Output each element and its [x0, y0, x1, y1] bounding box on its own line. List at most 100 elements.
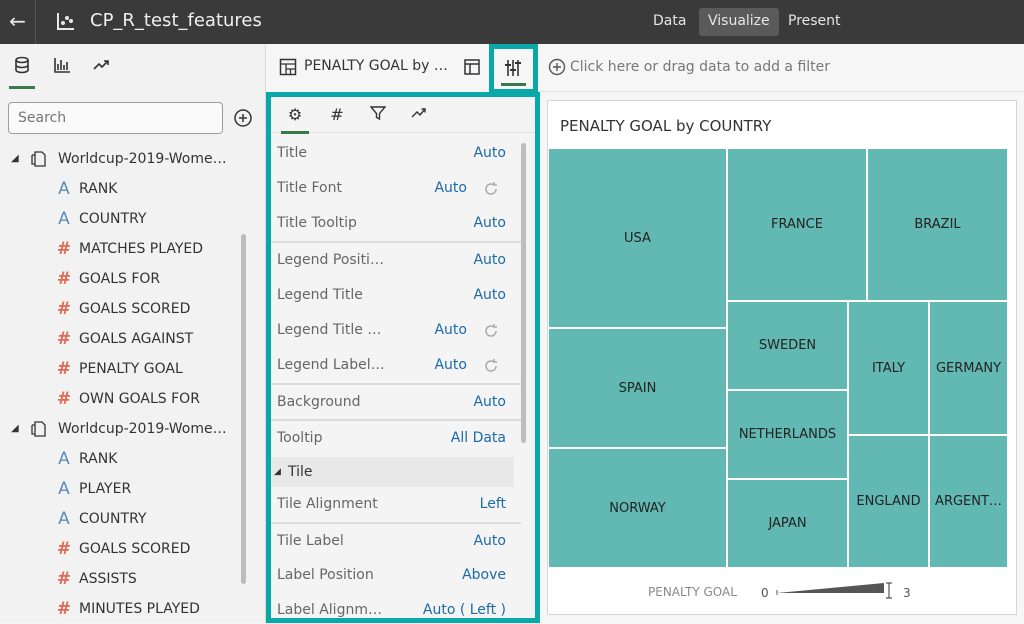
tile-norway[interactable]: NORWAY — [548, 448, 727, 568]
tile-brazil[interactable]: BRAZIL — [867, 148, 1008, 301]
dataset-item[interactable]: ◢ Worldcup-2019-Wome… — [0, 144, 250, 174]
property-value[interactable]: Auto — [473, 385, 506, 420]
property-label: Tile Label — [277, 533, 344, 549]
property-legend-labels[interactable]: Legend Labels… Auto — [271, 348, 521, 383]
column-item[interactable]: # PENALTY GOAL — [0, 354, 250, 384]
analytics-icon[interactable] — [407, 105, 431, 129]
property-value[interactable]: Above — [462, 558, 506, 593]
collapse-caret-icon[interactable]: ◢ — [11, 144, 19, 174]
treemap-icon — [279, 58, 297, 76]
column-item[interactable]: A COUNTRY — [0, 504, 250, 534]
reset-icon[interactable] — [483, 323, 499, 339]
reset-icon[interactable] — [483, 358, 499, 374]
tab-visualize[interactable]: Visualize — [699, 8, 779, 36]
tile-sweden[interactable]: SWEDEN — [727, 301, 848, 390]
dataset-name: Worldcup-2019-Wome… — [58, 421, 227, 437]
treemap-visualization[interactable]: PENALTY GOAL by COUNTRY USA FRANCE BRAZI… — [547, 100, 1017, 615]
hash-icon[interactable]: # — [325, 105, 349, 129]
property-value[interactable]: Auto — [434, 348, 467, 383]
back-arrow-icon[interactable]: ← — [0, 0, 36, 44]
property-value[interactable]: Auto — [473, 136, 506, 171]
tab-data[interactable]: Data — [644, 8, 695, 36]
filter-bar[interactable]: Click here or drag data to add a filter — [540, 44, 1024, 92]
tile-italy[interactable]: ITALY — [848, 301, 929, 435]
column-item[interactable]: A PLAYER — [0, 474, 250, 504]
data-icon[interactable] — [9, 56, 35, 89]
column-item[interactable]: # GOALS FOR — [0, 264, 250, 294]
column-item[interactable]: A RANK — [0, 444, 250, 474]
column-item[interactable]: # MATCHES PLAYED — [0, 234, 250, 264]
column-label: RANK — [79, 181, 118, 197]
column-item[interactable]: A COUNTRY — [0, 204, 250, 234]
property-title-tooltip[interactable]: Title Tooltip Auto — [271, 206, 521, 241]
property-label: Legend Title — [277, 287, 363, 303]
tile-japan[interactable]: JAPAN — [727, 479, 848, 568]
column-item[interactable]: # ASSISTS — [0, 564, 250, 594]
property-value[interactable]: Auto — [473, 278, 506, 313]
tile-germany[interactable]: GERMANY — [929, 301, 1008, 435]
column-label: GOALS FOR — [79, 271, 161, 287]
measure-icon: # — [56, 299, 72, 319]
data-panel: ◢ Worldcup-2019-Wome… A RANK A COUNTRY # MA… — [0, 44, 266, 623]
project-icon — [57, 13, 74, 30]
property-value[interactable]: Left — [480, 487, 506, 522]
column-item[interactable]: # OWN GOALS FOR — [0, 384, 250, 414]
filter-placeholder: Click here or drag data to add a filter — [570, 59, 831, 75]
tile-spain[interactable]: SPAIN — [548, 328, 727, 448]
section-tile[interactable]: ◢ Tile — [271, 457, 514, 487]
filter-icon[interactable] — [366, 105, 390, 129]
chart-title: PENALTY GOAL by COUNTRY — [560, 117, 772, 135]
canvas: PENALTY GOAL by COUNTRY USA FRANCE BRAZI… — [540, 92, 1024, 623]
tile-france[interactable]: FRANCE — [727, 148, 867, 301]
tile-england[interactable]: ENGLAND — [848, 435, 929, 568]
property-title[interactable]: Title Auto — [271, 136, 521, 171]
property-value[interactable]: Auto ( Left ) — [423, 593, 506, 618]
gear-icon[interactable]: ⚙ — [281, 105, 309, 134]
tile-usa[interactable]: USA — [548, 148, 727, 328]
visualizations-icon[interactable] — [49, 56, 75, 82]
property-label-position[interactable]: Label Position Above — [271, 558, 521, 593]
column-label: COUNTRY — [79, 211, 147, 227]
property-tooltip[interactable]: Tooltip All Data — [271, 419, 521, 454]
measure-icon: # — [56, 329, 72, 349]
column-item[interactable]: A RANK — [0, 174, 250, 204]
property-value[interactable]: All Data — [451, 421, 506, 456]
search-input[interactable] — [8, 102, 223, 134]
properties-toggle-button[interactable] — [489, 44, 538, 94]
collapse-caret-icon[interactable]: ◢ — [11, 414, 19, 444]
property-value[interactable]: Auto — [434, 313, 467, 348]
property-legend-title-font[interactable]: Legend Title F… Auto — [271, 313, 521, 348]
legend-title: PENALTY GOAL — [648, 585, 737, 599]
column-item[interactable]: # GOALS SCORED — [0, 534, 250, 564]
property-title-font[interactable]: Title Font Auto — [271, 171, 521, 206]
data-panel-scrollbar[interactable] — [241, 234, 246, 584]
property-value[interactable]: Auto — [473, 243, 506, 278]
property-legend-position[interactable]: Legend Positi… Auto — [271, 241, 521, 276]
property-label-alignment[interactable]: Label Alignment Auto ( Left ) — [271, 593, 521, 618]
analytics-icon[interactable] — [88, 56, 114, 82]
properties-scrollbar[interactable] — [521, 143, 526, 443]
tab-present[interactable]: Present — [779, 8, 850, 36]
column-item[interactable]: # MINUTES PLAYED — [0, 594, 250, 624]
section-label: Tile — [288, 464, 313, 480]
property-value[interactable]: Auto — [473, 524, 506, 559]
property-label: Tile Alignment — [277, 496, 378, 512]
add-dataset-icon[interactable] — [233, 108, 253, 128]
column-label: MATCHES PLAYED — [79, 241, 204, 257]
tile-netherlands[interactable]: NETHERLANDS — [727, 390, 848, 479]
attribute-icon: A — [58, 179, 70, 199]
tile-argentina[interactable]: ARGENT… — [929, 435, 1008, 568]
property-legend-title[interactable]: Legend Title Auto — [271, 278, 521, 313]
dataset-item[interactable]: ◢ Worldcup-2019-Wome… — [0, 414, 250, 444]
column-item[interactable]: # GOALS AGAINST — [0, 324, 250, 354]
column-item[interactable]: # GOALS SCORED — [0, 294, 250, 324]
property-tile-alignment[interactable]: Tile Alignment Left — [271, 487, 521, 522]
property-value[interactable]: Auto — [473, 206, 506, 241]
property-value[interactable]: Auto — [434, 171, 467, 206]
property-tile-label[interactable]: Tile Label Auto — [271, 522, 521, 557]
column-label: PLAYER — [79, 481, 132, 497]
add-filter-icon[interactable] — [548, 58, 566, 76]
property-background[interactable]: Background Auto — [271, 383, 521, 418]
grammar-panel-icon[interactable] — [462, 57, 482, 77]
reset-icon[interactable] — [483, 181, 499, 197]
